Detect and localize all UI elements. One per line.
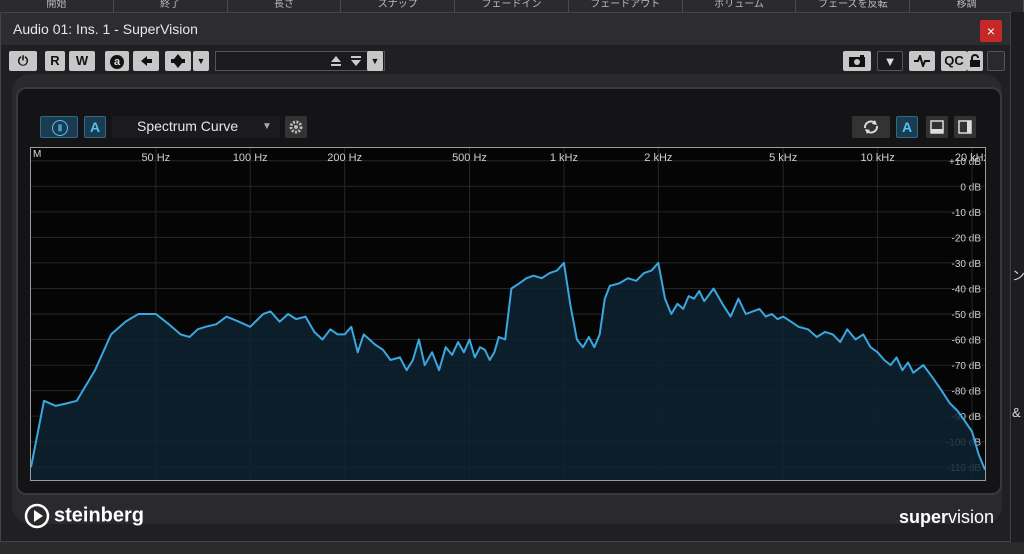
column-transpose[interactable]: 移調 — [910, 0, 1024, 12]
refresh-icon — [864, 120, 878, 134]
auto-mode-button[interactable]: a — [105, 51, 129, 71]
close-button[interactable]: × — [980, 20, 1002, 42]
column-length[interactable]: 長さ — [228, 0, 342, 12]
column-volume[interactable]: ボリューム — [683, 0, 797, 12]
read-automation-button[interactable]: R — [45, 51, 65, 71]
y-tick-label: -70 dB — [952, 361, 982, 372]
plugin-toolbar: ⏻ R W a ▼ ▼ ▼ QC — [1, 49, 1010, 75]
preset-down-button[interactable] — [347, 51, 365, 71]
background-char-1: ン — [1012, 268, 1024, 283]
supervision-wordmark-light: vision — [947, 507, 994, 527]
auto-gain-button[interactable]: A — [84, 116, 106, 138]
supervision-wordmark-bold: super — [898, 507, 948, 527]
window-titlebar[interactable]: Audio 01: Ins. 1 - SuperVision × — [1, 13, 1010, 45]
x-tick-label: 50 Hz — [141, 152, 170, 164]
spectrum-chart: +10 dB0 dB-10 dB-20 dB-30 dB-40 dB-50 dB… — [31, 148, 985, 480]
x-tick-label: 20 kHz — [955, 152, 985, 164]
column-snap[interactable]: スナップ — [341, 0, 456, 12]
steinberg-logo: steinberg — [24, 503, 144, 529]
mode-indicator[interactable]: M — [33, 149, 41, 160]
display-auto-button[interactable]: A — [896, 116, 918, 138]
arrow-down-icon — [351, 56, 361, 66]
steinberg-wordmark: steinberg — [54, 504, 145, 527]
y-tick-label: -30 dB — [952, 259, 982, 270]
pause-icon: Ⅱ — [52, 120, 68, 136]
column-invert-phase[interactable]: フェーズを反転 — [796, 0, 911, 12]
column-start[interactable]: 開始 — [0, 0, 114, 12]
power-button[interactable]: ⏻ — [9, 51, 37, 71]
y-tick-label: -60 dB — [952, 336, 982, 347]
y-tick-label: 0 dB — [960, 182, 981, 193]
y-tick-label: -40 dB — [952, 284, 982, 295]
settings-toggle-button[interactable] — [987, 51, 1005, 71]
pause-button[interactable]: Ⅱ — [40, 116, 78, 138]
spectrum-display[interactable]: +10 dB 0 dB -10 dB -20 dB -30 dB -40 dB -50 dB… — [30, 147, 986, 481]
y-tick-label: -80 dB — [952, 387, 982, 398]
quick-controls-button[interactable]: QC — [941, 51, 967, 71]
preset-dropdown-button[interactable]: ▼ — [367, 51, 383, 71]
layout-bottom-icon — [930, 120, 944, 134]
column-fade-in[interactable]: フェードイン — [455, 0, 569, 12]
write-automation-button[interactable]: W — [69, 51, 95, 71]
snapshot-button[interactable] — [843, 51, 871, 71]
x-tick-label: 500 Hz — [452, 152, 487, 164]
module-settings-button[interactable] — [285, 116, 307, 138]
steinberg-logo-icon — [24, 503, 50, 529]
x-tick-label: 200 Hz — [327, 152, 362, 164]
layout-bottom-button[interactable] — [926, 116, 948, 138]
y-tick-label: -20 dB — [952, 233, 982, 244]
x-tick-label: 1 kHz — [550, 152, 578, 164]
x-tick-label: 10 kHz — [860, 152, 894, 164]
auto-mode-icon: a — [110, 55, 124, 69]
compare-button[interactable] — [165, 51, 191, 71]
background-char-2: & — [1012, 405, 1021, 420]
y-tick-label: -10 dB — [952, 208, 982, 219]
module-name: Spectrum Curve — [137, 118, 239, 134]
x-tick-label: 5 kHz — [769, 152, 797, 164]
supervision-logo: supervision — [899, 507, 994, 528]
lock-button[interactable] — [967, 51, 983, 71]
window-title: Audio 01: Ins. 1 - SuperVision — [13, 21, 198, 37]
arrow-up-icon — [331, 56, 341, 66]
camera-icon — [849, 55, 865, 67]
background-bottom-strip — [0, 542, 1024, 554]
lock-icon — [970, 54, 980, 67]
layout-right-icon — [958, 120, 972, 134]
x-tick-label: 2 kHz — [644, 152, 672, 164]
gear-icon — [289, 120, 303, 134]
layout-right-button[interactable] — [954, 116, 976, 138]
reset-button[interactable] — [852, 116, 890, 138]
column-end[interactable]: 終了 — [114, 0, 228, 12]
sidechain-button[interactable] — [909, 51, 935, 71]
module-dropdown-icon: ▼ — [262, 121, 272, 132]
arrow-left-icon — [141, 56, 152, 66]
column-fade-out[interactable]: フェードアウト — [569, 0, 683, 12]
spectrum-area — [31, 262, 985, 480]
previous-button[interactable] — [133, 51, 159, 71]
compare-icon — [171, 54, 185, 68]
preset-up-button[interactable] — [327, 51, 345, 71]
y-tick-label: -50 dB — [952, 310, 982, 321]
background-right-edge: ン & — [1012, 12, 1024, 554]
snapshot-dropdown-button[interactable]: ▼ — [877, 51, 903, 71]
compare-dropdown-button[interactable]: ▼ — [193, 51, 209, 71]
x-tick-label: 100 Hz — [233, 152, 268, 164]
waveform-icon — [914, 52, 930, 70]
